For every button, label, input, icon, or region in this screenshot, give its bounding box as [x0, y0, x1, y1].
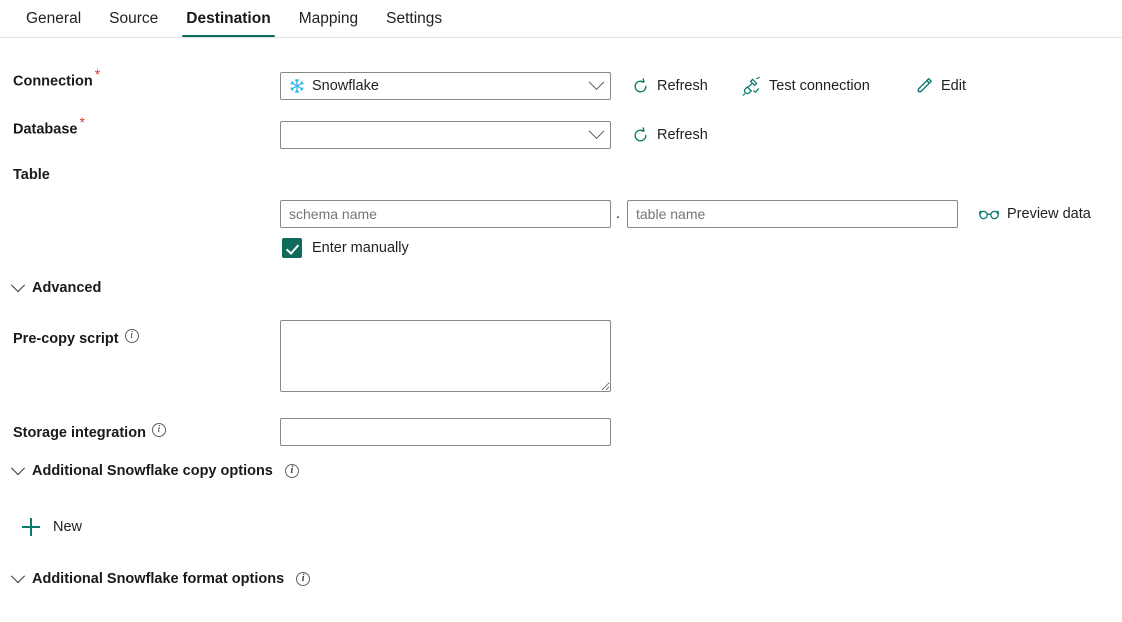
snowflake-icon	[290, 78, 304, 94]
checkbox-check-icon	[282, 238, 302, 258]
chevron-down-icon	[10, 569, 26, 584]
precopy-script-textarea[interactable]	[280, 320, 611, 392]
advanced-section-toggle[interactable]: Advanced	[10, 278, 102, 296]
preview-data-button[interactable]: Preview data	[977, 200, 1093, 228]
chevron-down-icon	[588, 122, 605, 139]
tab-label: Destination	[186, 9, 271, 27]
required-asterisk: *	[94, 66, 101, 82]
enter-manually-checkbox[interactable]: Enter manually	[282, 238, 409, 258]
connection-label: Connection *	[13, 66, 101, 90]
button-label: Refresh	[657, 78, 708, 94]
storage-integration-input[interactable]	[280, 418, 611, 446]
info-icon[interactable]	[151, 423, 166, 437]
tab-destination[interactable]: Destination	[172, 0, 284, 37]
connection-dropdown[interactable]: Snowflake	[280, 72, 611, 100]
chevron-down-icon	[10, 461, 26, 476]
button-label: Preview data	[1007, 206, 1091, 222]
section-label: Additional Snowflake copy options	[32, 463, 273, 479]
database-row: Database *	[13, 115, 280, 139]
section-label: Additional Snowflake format options	[32, 571, 285, 587]
glasses-icon	[979, 209, 999, 219]
test-connection-button[interactable]: Test connection	[740, 72, 872, 100]
section-label: Advanced	[32, 280, 102, 296]
tab-source[interactable]: Source	[95, 0, 172, 37]
tab-settings[interactable]: Settings	[372, 0, 456, 37]
tab-label: Source	[109, 9, 159, 27]
storage-integration-label: Storage integration	[13, 423, 166, 443]
schema-placeholder: schema name	[289, 206, 377, 222]
checkbox-label: Enter manually	[312, 240, 409, 256]
edit-connection-button[interactable]: Edit	[913, 72, 968, 100]
button-label: Edit	[941, 78, 966, 94]
database-label: Database *	[13, 114, 85, 138]
button-label: Refresh	[657, 127, 708, 143]
database-dropdown[interactable]	[280, 121, 611, 149]
copy-options-new-button[interactable]: New	[22, 518, 82, 536]
copy-options-section-toggle[interactable]: Additional Snowflake copy options	[10, 461, 299, 479]
schema-name-input[interactable]: schema name	[280, 200, 611, 228]
plug-check-icon	[742, 76, 760, 96]
table-label: Table	[13, 167, 50, 183]
connection-value: Snowflake	[312, 78, 379, 94]
pencil-icon	[917, 78, 932, 93]
refresh-icon	[634, 126, 647, 141]
table-row: Table	[13, 165, 280, 185]
format-options-section-toggle[interactable]: Additional Snowflake format options	[10, 569, 311, 587]
table-name-input[interactable]: table name	[627, 200, 958, 228]
refresh-icon	[634, 77, 647, 92]
connection-row: Connection *	[13, 67, 280, 91]
required-asterisk: *	[79, 114, 85, 130]
chevron-down-icon	[10, 278, 26, 293]
info-icon[interactable]	[284, 464, 299, 478]
chevron-down-icon	[588, 73, 605, 90]
schema-table-separator: .	[616, 205, 621, 222]
tab-label: General	[26, 9, 82, 27]
tab-mapping[interactable]: Mapping	[285, 0, 372, 37]
tab-label: Mapping	[298, 9, 359, 27]
button-label: New	[53, 519, 83, 535]
tab-general[interactable]: General	[12, 0, 95, 37]
table-placeholder: table name	[636, 206, 706, 222]
info-icon[interactable]	[296, 572, 311, 586]
database-refresh-button[interactable]: Refresh	[630, 121, 710, 149]
tab-bar: General Source Destination Mapping Setti…	[0, 0, 1122, 38]
plus-icon	[22, 518, 40, 536]
info-icon[interactable]	[124, 329, 139, 343]
button-label: Test connection	[769, 78, 870, 94]
connection-refresh-button[interactable]: Refresh	[630, 72, 710, 100]
precopy-script-label: Pre-copy script	[13, 329, 139, 349]
tab-label: Settings	[386, 9, 443, 27]
